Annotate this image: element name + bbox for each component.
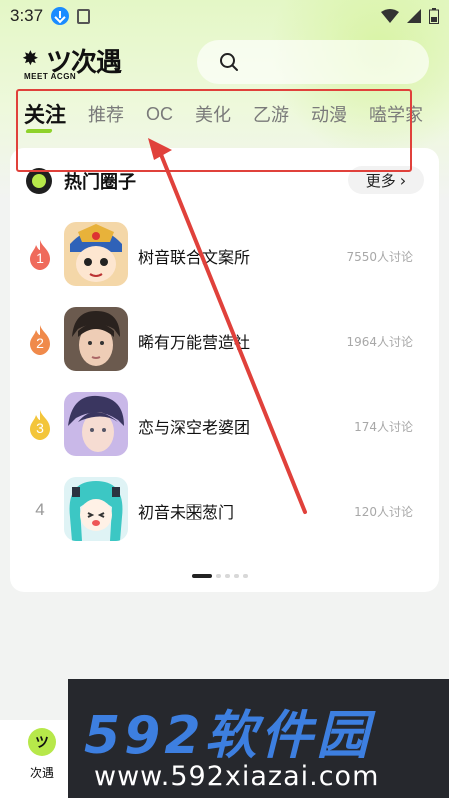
signal-icon (407, 9, 421, 23)
rank-badge: 3 (28, 410, 52, 440)
document-icon (77, 8, 91, 24)
circle-name: 初音未来⃞葱门 (138, 503, 235, 522)
avatar (64, 477, 128, 541)
rank-badge: 4 (28, 495, 52, 525)
battery-icon (429, 8, 439, 24)
more-button-label: 更多 (365, 171, 396, 190)
page-dot (243, 574, 248, 578)
rank-number: 1 (36, 250, 44, 266)
app-header: ✸ ツ次遇 MEET ACGN (0, 38, 449, 90)
chevron-right-icon: › (399, 170, 407, 190)
status-indicators (381, 8, 439, 24)
watermark-main-text: 592软件园 (84, 706, 373, 766)
wifi-icon (381, 9, 399, 23)
discussion-count: 1964人讨论 (346, 335, 413, 349)
page-dot-active (192, 574, 212, 578)
circle-name: 恋与深空老婆团 (138, 418, 251, 437)
circle-name: 晞有万能营造社 (138, 333, 251, 352)
rank-badge: 2 (28, 325, 52, 355)
hot-circles-card: 热门圈子 更多 › 1 树音联合文案所 7550人讨论 2 晞有万能营造社 19… (10, 148, 439, 592)
page-dot (225, 574, 230, 578)
list-item[interactable]: 4 初音未来⃞葱门 120人讨论 (10, 477, 439, 543)
circle-name: 树音联合文案所 (138, 248, 251, 267)
discussion-count: 7550人讨论 (346, 250, 413, 264)
list-item[interactable]: 1 树音联合文案所 7550人讨论 (10, 222, 439, 288)
annotation-highlight-box (16, 89, 412, 172)
page-indicator (192, 574, 248, 578)
discussion-count: 120人讨论 (354, 505, 413, 519)
rank-number: 2 (36, 335, 44, 351)
nav-home[interactable]: ツ 次遇 (22, 728, 62, 788)
app-logo[interactable]: ✸ ツ次遇 MEET ACGN (22, 44, 142, 84)
watermark-url: www.592xiazai.com (94, 761, 380, 792)
watermark-banner: 592软件园 www.592xiazai.com (68, 679, 449, 798)
home-smile-icon: ツ (28, 728, 56, 756)
logo-spark-icon: ✸ (22, 46, 39, 70)
avatar (64, 222, 128, 286)
avatar (64, 307, 128, 371)
rank-number: 4 (35, 500, 45, 519)
avatar (64, 392, 128, 456)
page-dot (216, 574, 221, 578)
download-icon (51, 7, 70, 25)
status-bar: 3:37 (0, 0, 449, 32)
search-bar[interactable] (197, 40, 429, 84)
page-dot (234, 574, 239, 578)
list-item[interactable]: 2 晞有万能营造社 1964人讨论 (10, 307, 439, 373)
list-item[interactable]: 3 恋与深空老婆团 174人讨论 (10, 392, 439, 458)
rank-badge: 1 (28, 240, 52, 270)
rank-number: 3 (36, 420, 44, 436)
logo-subtitle: MEET ACGN (24, 72, 77, 81)
nav-home-label: 次遇 (29, 766, 54, 780)
status-time: 3:37 (10, 6, 44, 25)
search-icon (220, 53, 238, 71)
discussion-count: 174人讨论 (354, 420, 413, 434)
